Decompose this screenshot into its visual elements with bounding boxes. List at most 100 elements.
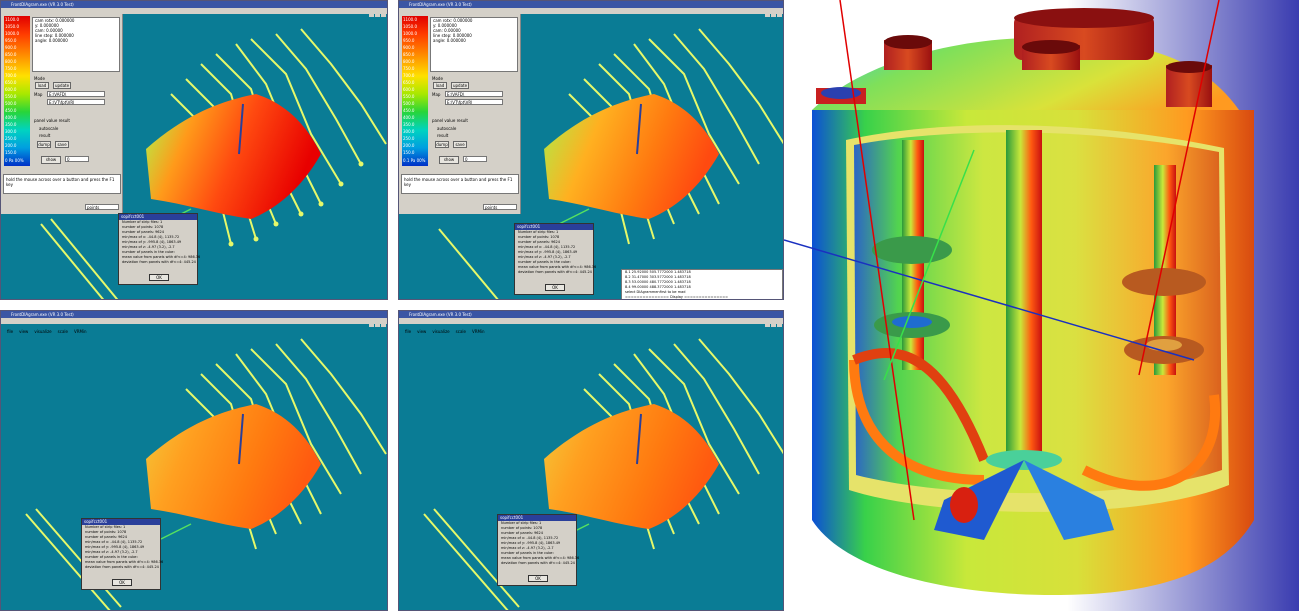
scale-tick: 400.0 [5, 115, 17, 120]
show-value-field[interactable]: 0 [463, 156, 487, 162]
scale-tick: 0 Pa 00% [5, 158, 24, 163]
viewport-panel-4: FrontDIAgram.exe (VR 3.0 Test) file view v… [398, 310, 784, 611]
scale-tick: 850.0 [403, 52, 415, 57]
map-path-field[interactable]: E:\VAFD\ [47, 91, 105, 97]
scale-tick: 350.0 [403, 122, 415, 127]
scale-tick: 800.0 [5, 59, 17, 64]
camera-info-box: cam rotx: 0.000000 y: 0.000000 cam: 0.00… [430, 17, 518, 72]
points-select[interactable]: points [85, 204, 119, 210]
output-console: 8.1 25.92000 505.7772000 1.483718 8.2 31… [621, 269, 783, 299]
show-value-field[interactable]: 0 [65, 156, 89, 162]
autoscale-label[interactable]: autoscale [437, 126, 456, 131]
dialog-line: deviation from panels with df<=4: 445.24 [518, 270, 592, 274]
map-path-field[interactable]: E:\VAFD\ [445, 91, 503, 97]
window-titlebar: FrontDIAgram.exe (VR 3.0 Test) [1, 1, 387, 17]
vr-path-field[interactable]: E:\VT\fpt\VRl [445, 99, 503, 105]
load-button[interactable]: load [35, 82, 49, 89]
scale-tick: 800.0 [403, 59, 415, 64]
scale-tick: 200.0 [403, 143, 415, 148]
scale-tick: 150.0 [403, 150, 415, 155]
scale-tick: 300.0 [403, 129, 415, 134]
scale-tick: 950.0 [5, 38, 17, 43]
scale-tick: 500.0 [5, 101, 17, 106]
dialog-line: deviation from panels with df<=4: 445.24 [501, 561, 575, 565]
save-button[interactable]: save [453, 141, 467, 148]
central-shaft [1006, 130, 1042, 460]
statistics-dialog: sopifcct001 Number of strip files: 1 num… [81, 518, 163, 590]
dialog-line: deviation from panels with df<=4: 445.24 [85, 565, 159, 569]
scale-tick: 650.0 [403, 80, 415, 85]
show-button[interactable]: show [41, 156, 61, 164]
scale-tick: 700.0 [403, 73, 415, 78]
panel-value-label: panel value result [34, 118, 70, 123]
scale-tick: 1100.0 [5, 17, 19, 22]
statistics-dialog: sopifcct001 Number of strip files: 1 num… [118, 213, 200, 285]
scale-tick: 250.0 [403, 136, 415, 141]
points-select[interactable]: points [483, 204, 517, 210]
map-label: Map [432, 92, 441, 97]
axis-line [438, 228, 499, 299]
scale-tick: 200.0 [5, 143, 17, 148]
result-label: result [39, 133, 51, 138]
window-buttons [764, 312, 782, 327]
dump-button[interactable]: dump [37, 141, 51, 148]
scale-tick: 250.0 [5, 136, 17, 141]
update-button[interactable]: update [53, 82, 71, 89]
ok-button[interactable]: OK [545, 284, 565, 291]
ok-button[interactable]: OK [112, 579, 132, 586]
info-line: angle: 0.000000 [433, 38, 466, 43]
save-button[interactable]: save [55, 141, 69, 148]
show-button[interactable]: show [439, 156, 459, 164]
window-title: FrontDIAgram.exe (VR 3.0 Test) [409, 312, 472, 317]
scale-tick: 1000.0 [403, 31, 417, 36]
window-title: FrontDIAgram.exe (VR 3.0 Test) [11, 2, 74, 7]
3d-scene[interactable] [399, 324, 784, 611]
window-titlebar: FrontDIAgram.exe (VR 3.0 Test) [399, 311, 783, 327]
scale-tick: 150.0 [5, 150, 17, 155]
window-titlebar: FrontDIAgram.exe (VR 3.0 Test) [1, 311, 387, 327]
scale-tick: 1050.0 [5, 24, 19, 29]
scale-tick: 900.0 [403, 45, 415, 50]
axis-line [40, 223, 105, 299]
scale-tick: 900.0 [5, 45, 17, 50]
scale-tick: 400.0 [403, 115, 415, 120]
info-line: angle: 0.000000 [35, 38, 68, 43]
scale-tick: 350.0 [5, 122, 17, 127]
scale-tick: 700.0 [5, 73, 17, 78]
scale-tick: 450.0 [5, 108, 17, 113]
output-line: =============== Display =============== [625, 295, 729, 299]
load-button[interactable]: load [433, 82, 447, 89]
window-title: FrontDIAgram.exe (VR 3.0 Test) [11, 312, 74, 317]
scale-tick: 850.0 [5, 52, 17, 57]
scale-tick: 1050.0 [403, 24, 417, 29]
window-titlebar: FrontDIAgram.exe (VR 3.0 Test) [399, 1, 783, 17]
scale-tick: 550.0 [403, 94, 415, 99]
scale-tick: 300.0 [5, 129, 17, 134]
vessel-render [784, 0, 1299, 611]
scale-tick: 500.0 [403, 101, 415, 106]
green-axis [558, 208, 590, 225]
viewport-panel-2: FrontDIAgram.exe (VR 3.0 Test) fileviewv… [398, 0, 784, 300]
scale-tick: 1000.0 [5, 31, 19, 36]
vessel-render-view[interactable] [784, 0, 1299, 611]
hint-box: hold the mouse across over a button and … [401, 174, 519, 194]
3d-scene[interactable] [1, 324, 388, 611]
viewport-panel-3: FrontDIAgram.exe (VR 3.0 Test) file view v… [0, 310, 388, 611]
map-label: Map [34, 92, 43, 97]
ok-button[interactable]: OK [149, 274, 169, 281]
hint-box: hold the mouse across over a button and … [3, 174, 121, 194]
green-axis [160, 523, 192, 540]
autoscale-label[interactable]: autoscale [39, 126, 58, 131]
ok-button[interactable]: OK [528, 575, 548, 582]
update-button[interactable]: update [451, 82, 469, 89]
statistics-dialog: sopifcct001 Number of strip files: 1 num… [497, 514, 579, 586]
control-panel: 1100.0 1050.0 1000.0 950.0 900.0 850.0 8… [399, 14, 521, 214]
window-buttons [764, 2, 782, 17]
scale-tick: 450.0 [403, 108, 415, 113]
scale-tick: 950.0 [403, 38, 415, 43]
axis-line [50, 218, 119, 299]
scale-tick: 600.0 [403, 87, 415, 92]
vr-path-field[interactable]: E:\VT\fpt\VRl [47, 99, 105, 105]
dump-button[interactable]: dump [435, 141, 449, 148]
mode-label: Mode [432, 76, 443, 81]
